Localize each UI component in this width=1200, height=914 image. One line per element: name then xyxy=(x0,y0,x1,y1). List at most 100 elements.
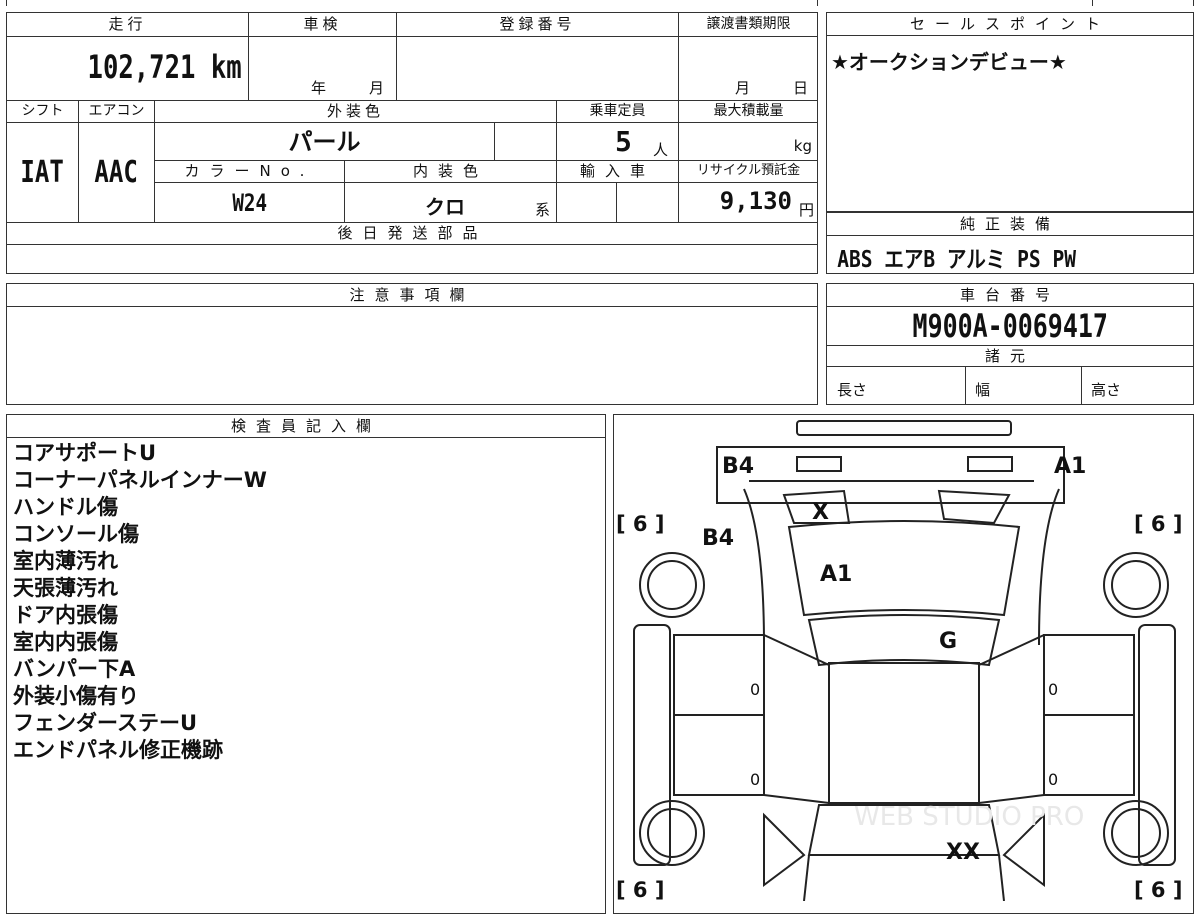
top-clipped-strip-right xyxy=(1092,0,1194,6)
registration-cell xyxy=(397,37,679,101)
equipment-label: 純正装備 xyxy=(827,212,1193,236)
mark-b4-top: B4 xyxy=(722,454,754,479)
inspector-lines: コアサポートU コーナーパネルインナーW ハンドル傷 コンソール傷 室内薄汚れ … xyxy=(7,438,605,766)
exterior-extra-cell xyxy=(495,123,557,161)
shift-value: IAT xyxy=(20,155,65,190)
transfer-label: 譲渡書類期限 xyxy=(679,13,818,37)
recycle-cell: 9,130 円 xyxy=(679,183,818,223)
spec-width: 幅 xyxy=(975,381,991,399)
interior-label: 内装色 xyxy=(345,161,557,183)
inspector-line: ハンドル傷 xyxy=(13,495,118,519)
inspector-line: コアサポートU xyxy=(13,441,157,465)
exterior-label: 外装色 xyxy=(155,101,557,123)
inspector-line: フェンダーステーU xyxy=(13,711,198,735)
sales-point-box: セールスポイント ★オークションデビュー★ xyxy=(826,12,1194,212)
specs-label: 諸元 xyxy=(827,346,1193,367)
inspector-line: 室内薄汚れ xyxy=(13,549,118,573)
spec-divider-2 xyxy=(1081,367,1082,405)
inspection-month: 月 xyxy=(369,79,385,97)
spec-length: 長さ xyxy=(837,381,868,399)
interior-cell: クロ 系 xyxy=(345,183,557,223)
maxload-cell: kg xyxy=(679,123,818,161)
inspector-box: 検査員記入欄 コアサポートU コーナーパネルインナーW ハンドル傷 コンソール傷… xyxy=(6,414,606,914)
inspector-line: 外装小傷有り xyxy=(13,684,139,708)
notes-label: 注意事項欄 xyxy=(7,284,817,307)
mark-b4-left: B4 xyxy=(702,526,734,551)
transfer-cell: 月 日 xyxy=(679,37,818,101)
later-parts-area xyxy=(7,245,818,273)
colorno-cell: W24 xyxy=(155,183,345,223)
spec-divider-1 xyxy=(965,367,966,405)
interior-value: クロ xyxy=(425,195,465,219)
tire-front-right: [ 6 ] xyxy=(1134,512,1182,536)
mileage-value: 102,721 km xyxy=(87,48,242,86)
mark-g: G xyxy=(939,629,957,654)
inspector-line: バンパー下A xyxy=(13,657,136,681)
shift-label: シフト xyxy=(7,101,79,123)
exterior-cell: パール xyxy=(155,123,495,161)
inspector-label: 検査員記入欄 xyxy=(7,415,605,438)
capacity-value: 5 xyxy=(615,125,632,158)
interior-suffix: 系 xyxy=(534,201,550,219)
tire-rear-left: [ 6 ] xyxy=(616,878,664,901)
aircon-value: AAC xyxy=(94,155,139,190)
capacity-unit: 人 xyxy=(653,141,669,159)
aircon-label: エアコン xyxy=(79,101,155,123)
top-clipped-strip xyxy=(6,0,818,6)
car-diagram-box: B4 A1 X B4 A1 G XX 0 0 0 0 [ 6 ] [ 6 ] [… xyxy=(613,414,1194,914)
mark-a1-center: A1 xyxy=(820,562,852,587)
inspector-line: 室内内張傷 xyxy=(13,630,118,654)
mark-x: X xyxy=(812,500,829,525)
inspector-line: 天張薄汚れ xyxy=(13,576,118,600)
import-cell-a xyxy=(557,183,617,223)
inspector-line: エンドパネル修正機跡 xyxy=(13,738,223,762)
import-cell-b xyxy=(617,183,679,223)
import-label: 輸入車 xyxy=(557,161,679,183)
inspection-label: 車検 xyxy=(249,13,397,37)
equipment-box: 純正装備 ABS エアB アルミ PS PW xyxy=(826,212,1194,274)
transfer-day: 日 xyxy=(793,79,809,97)
capacity-cell: 5 人 xyxy=(557,123,679,161)
specs-row: 長さ 幅 高さ xyxy=(827,367,1193,405)
tire-front-left: [ 6 ] xyxy=(616,512,664,536)
registration-label: 登録番号 xyxy=(397,13,679,37)
transfer-label-text: 譲渡書類期限 xyxy=(706,16,791,32)
colorno-label: カラーNo. xyxy=(155,161,345,183)
mark-zero-3: 0 xyxy=(750,770,760,789)
aircon-cell: AAC xyxy=(79,123,155,223)
transfer-month: 月 xyxy=(735,79,751,97)
sales-point-text: ★オークションデビュー★ xyxy=(831,50,1067,74)
inspection-cell: 年 月 xyxy=(249,37,397,101)
mark-xx: XX xyxy=(946,840,980,865)
chassis-box: 車台番号 M900A-0069417 諸元 長さ 幅 高さ xyxy=(826,283,1194,405)
equipment-text: ABS エアB アルミ PS PW xyxy=(837,247,1076,273)
vehicle-info-table: 走行 車検 登録番号 譲渡書類期限 102,721 km 年 月 月 日 シフト… xyxy=(6,12,818,274)
capacity-label: 乗車定員 xyxy=(557,101,679,123)
spec-height: 高さ xyxy=(1091,381,1122,399)
mark-a1-top: A1 xyxy=(1054,454,1086,479)
tire-rear-right: [ 6 ] xyxy=(1134,878,1182,901)
inspector-line: ドア内張傷 xyxy=(13,603,118,627)
recycle-label: リサイクル預託金 xyxy=(679,161,818,183)
chassis-number-value: M900A-0069417 xyxy=(912,307,1108,345)
inspector-line: コーナーパネルインナーW xyxy=(13,468,267,492)
later-parts-label: 後日発送部品 xyxy=(7,223,818,245)
colorno-value: W24 xyxy=(232,189,267,217)
mark-zero-2: 0 xyxy=(1048,680,1058,699)
chassis-label: 車台番号 xyxy=(827,284,1193,307)
inspector-line: コンソール傷 xyxy=(13,522,139,546)
maxload-label: 最大積載量 xyxy=(679,101,818,123)
recycle-unit: 円 xyxy=(798,201,814,219)
shift-cell: IAT xyxy=(7,123,79,223)
car-diagram: B4 A1 X B4 A1 G XX 0 0 0 0 [ 6 ] [ 6 ] [… xyxy=(616,420,1182,901)
notes-box: 注意事項欄 xyxy=(6,283,818,405)
recycle-value: 9,130 xyxy=(719,187,792,215)
watermark: WEB STUDIO PRO xyxy=(854,802,1084,832)
mileage-label: 走行 xyxy=(7,13,249,37)
mileage-cell: 102,721 km xyxy=(7,37,249,101)
mark-zero-1: 0 xyxy=(750,680,760,699)
inspection-year: 年 xyxy=(311,79,327,97)
mark-zero-4: 0 xyxy=(1048,770,1058,789)
chassis-number: M900A-0069417 xyxy=(827,307,1193,346)
maxload-unit: kg xyxy=(793,137,812,155)
